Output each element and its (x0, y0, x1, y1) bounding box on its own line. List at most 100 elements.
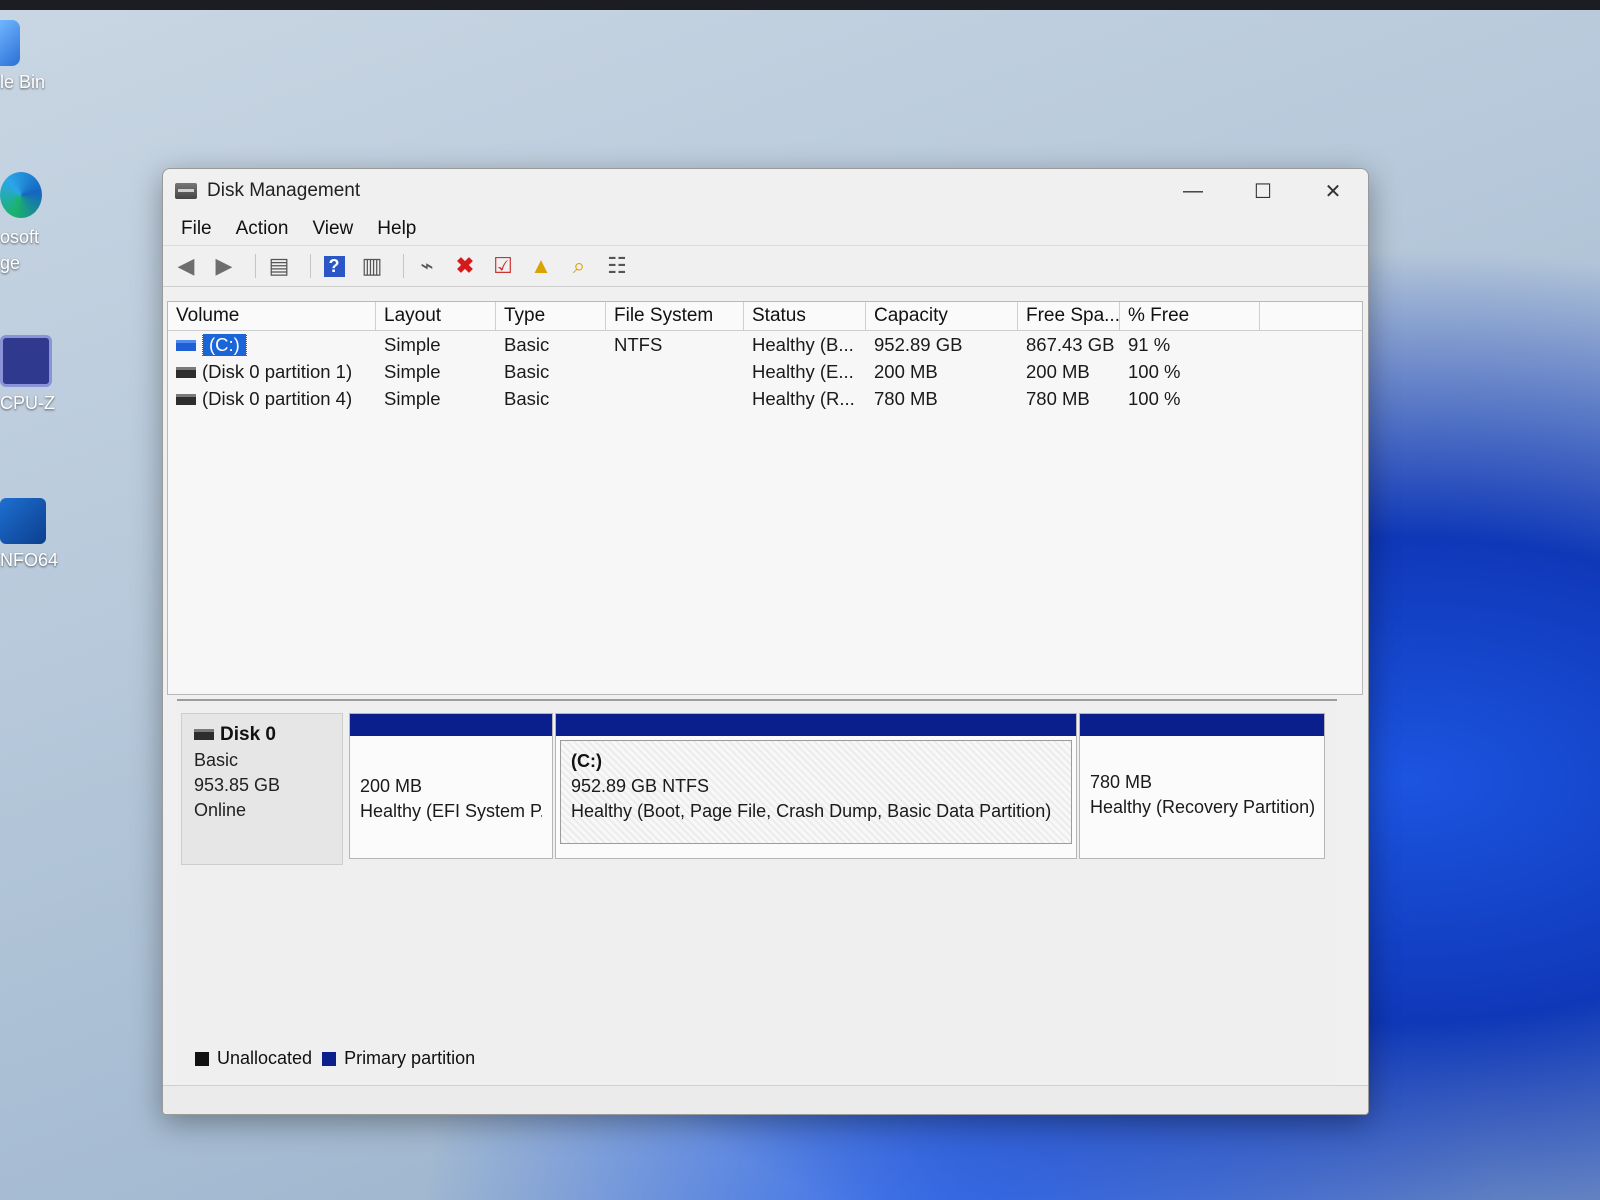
partition-efi[interactable]: 200 MB Healthy (EFI System P. (349, 713, 553, 859)
desktop-icon-cpuz[interactable]: CPU-Z (0, 335, 70, 414)
partition-status: Healthy (EFI System P. (360, 801, 542, 821)
type-cell: Basic (504, 333, 550, 355)
layout-cell: Simple (384, 333, 441, 355)
layout-cell: Simple (384, 387, 441, 409)
desktop-icon-aida64[interactable]: NFO64 (0, 498, 70, 571)
export-icon[interactable]: ▲ (526, 252, 556, 280)
help-icon[interactable]: ? (319, 252, 349, 280)
edge-icon (0, 172, 42, 218)
percent-free-cell: 100 % (1128, 387, 1181, 409)
window-title: Disk Management (207, 180, 361, 201)
column-header-layout[interactable]: Layout (376, 302, 496, 330)
capacity-cell: 780 MB (874, 387, 938, 409)
disk-name: Disk 0 (194, 724, 330, 746)
back-arrow-icon[interactable]: ◀ (171, 252, 201, 280)
toolbar: ◀ ▶ ▤ ? ▥ ⌁ ✖ ☑ ▲ ⌕ ☷ (163, 245, 1368, 287)
partition-type-bar (1080, 714, 1324, 736)
volume-cell: (C:) (168, 333, 376, 356)
partition-size: 952.89 GB NTFS (571, 776, 710, 796)
recycle-bin-icon (0, 20, 20, 66)
partition-size: 780 MB (1090, 772, 1153, 792)
type-cell: Basic (504, 360, 550, 382)
column-header-file-system[interactable]: File System (606, 302, 744, 330)
volume-drive-icon (176, 394, 196, 406)
disk-management-icon (175, 183, 197, 199)
menu-action[interactable]: Action (224, 218, 301, 240)
volume-name: (C:) (202, 333, 247, 356)
table-row[interactable]: (C:) Simple Basic NTFS Healthy (B... 952… (168, 331, 1362, 358)
volume-list[interactable]: Volume Layout Type File System Status Ca… (167, 301, 1363, 695)
status-cell: Healthy (R... (752, 387, 855, 409)
disk-management-window: Disk Management — ☐ ✕ File Action View H… (162, 168, 1369, 1115)
desktop-icon-edge[interactable]: osoft ge (0, 172, 70, 276)
free-space-cell: 200 MB (1026, 360, 1090, 382)
menu-view[interactable]: View (300, 218, 365, 240)
menu-help[interactable]: Help (365, 218, 428, 240)
forward-arrow-icon[interactable]: ▶ (209, 252, 239, 280)
column-header-status[interactable]: Status (744, 302, 866, 330)
cpuz-icon (0, 335, 52, 387)
delete-icon[interactable]: ✖ (450, 252, 480, 280)
status-bar (163, 1085, 1368, 1114)
console-tree-icon[interactable]: ▤ (264, 252, 294, 280)
status-cell: Healthy (E... (752, 360, 854, 382)
disk-state: Online (194, 800, 247, 820)
toolbar-separator (255, 254, 256, 278)
volume-name: (Disk 0 partition 1) (202, 360, 353, 382)
status-cell: Healthy (B... (752, 333, 854, 355)
partition-type-bar (556, 714, 1076, 736)
maximize-button[interactable]: ☐ (1228, 169, 1298, 213)
table-row[interactable]: (Disk 0 partition 1) Simple Basic Health… (168, 358, 1362, 385)
legend-primary: Primary partition (344, 1048, 476, 1068)
free-space-cell: 867.43 GB (1026, 333, 1115, 355)
partition-label: (C:) (571, 751, 602, 771)
toolbar-separator (403, 254, 404, 278)
unallocated-swatch (195, 1051, 209, 1066)
connect-icon[interactable]: ⌁ (412, 252, 442, 280)
volume-cell: (Disk 0 partition 1) (168, 361, 376, 383)
list-view-icon[interactable]: ☷ (602, 252, 632, 280)
volume-list-header: Volume Layout Type File System Status Ca… (168, 302, 1362, 331)
column-header-percent-free[interactable]: % Free (1120, 302, 1260, 330)
aida64-icon (0, 498, 46, 544)
disk-size: 953.85 GB (194, 775, 281, 795)
close-button[interactable]: ✕ (1298, 169, 1368, 213)
desktop-icon-recycle-bin[interactable]: le Bin (0, 20, 70, 93)
partition-c[interactable]: (C:) 952.89 GB NTFS Healthy (Boot, Page … (555, 713, 1077, 859)
toolbar-separator (310, 254, 311, 278)
partition-status: Healthy (Boot, Page File, Crash Dump, Ba… (571, 801, 1052, 821)
column-header-type[interactable]: Type (496, 302, 606, 330)
properties-view-icon[interactable]: ▥ (357, 252, 387, 280)
desktop-icon-label: le Bin (0, 72, 46, 92)
partition-type-bar (350, 714, 552, 736)
column-header-capacity[interactable]: Capacity (866, 302, 1018, 330)
disk-type: Basic (194, 750, 239, 770)
disk-icon (194, 729, 214, 741)
partition-status: Healthy (Recovery Partition) (1090, 797, 1314, 817)
column-header-free-space[interactable]: Free Spa... (1018, 302, 1120, 330)
file-system-cell: NTFS (614, 333, 663, 355)
search-folder-icon[interactable]: ⌕ (564, 252, 594, 280)
legend-unallocated: Unallocated (217, 1048, 313, 1068)
minimize-button[interactable]: — (1158, 169, 1228, 213)
percent-free-cell: 91 % (1128, 333, 1171, 355)
menu-file[interactable]: File (169, 218, 224, 240)
primary-swatch (322, 1051, 337, 1066)
free-space-cell: 780 MB (1026, 387, 1090, 409)
capacity-cell: 952.89 GB (874, 333, 963, 355)
column-header-volume[interactable]: Volume (168, 302, 376, 330)
volume-cell: (Disk 0 partition 4) (168, 388, 376, 410)
monitor-bezel (0, 0, 1600, 10)
partition-map: 200 MB Healthy (EFI System P. (C:) 952.8… (349, 713, 1325, 863)
percent-free-cell: 100 % (1128, 360, 1181, 382)
volume-drive-icon (176, 340, 196, 352)
partition-legend: Unallocated Primary partition (185, 1048, 475, 1069)
table-row[interactable]: (Disk 0 partition 4) Simple Basic Health… (168, 385, 1362, 412)
checklist-icon[interactable]: ☑ (488, 252, 518, 280)
desktop-icon-label: NFO64 (0, 550, 59, 570)
disk-info-panel[interactable]: Disk 0 Basic 953.85 GB Online (181, 713, 343, 865)
title-bar[interactable]: Disk Management — ☐ ✕ (163, 169, 1368, 213)
partition-recovery[interactable]: 780 MB Healthy (Recovery Partition) (1079, 713, 1325, 859)
disk-graphical-view: Disk 0 Basic 953.85 GB Online 200 MB Hea… (177, 699, 1337, 1081)
capacity-cell: 200 MB (874, 360, 938, 382)
